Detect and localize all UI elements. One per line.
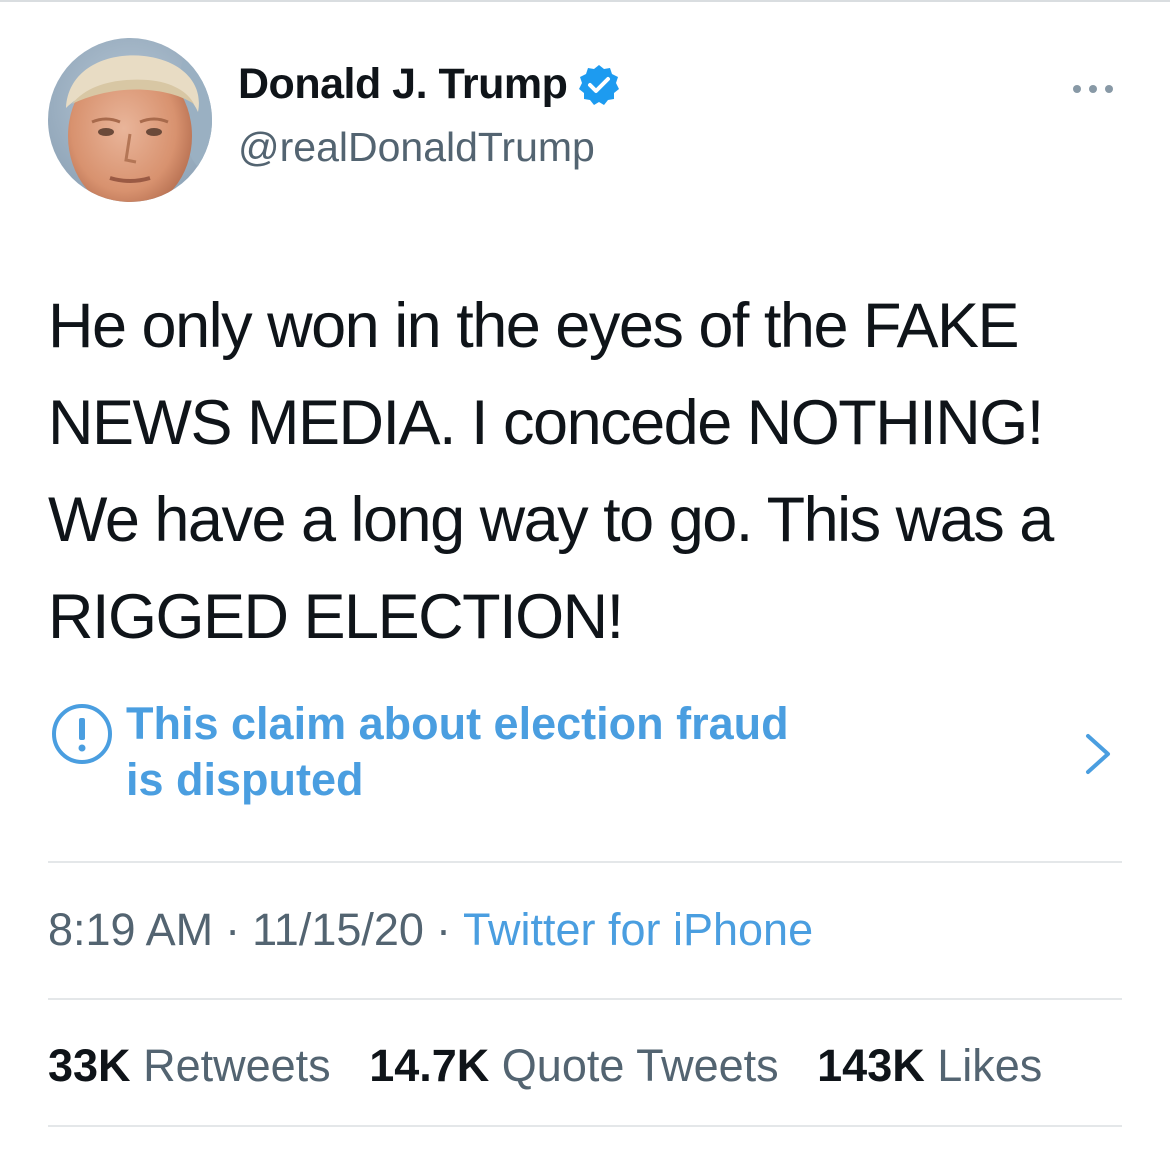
tweet-time: 8:19 AM [48, 904, 214, 955]
info-circle-icon [50, 702, 114, 766]
divider [48, 1125, 1122, 1127]
retweets-stat[interactable]: 33K Retweets [48, 1040, 331, 1091]
likes-stat[interactable]: 143K Likes [817, 1040, 1042, 1091]
divider [48, 861, 1122, 863]
tweet-source-link[interactable]: Twitter for iPhone [463, 904, 813, 955]
retweets-label: Retweets [143, 1040, 331, 1091]
avatar[interactable] [48, 38, 212, 202]
divider [48, 998, 1122, 1000]
profile-photo [48, 38, 212, 202]
tweet-meta: 8:19 AM · 11/15/20 · Twitter for iPhone [48, 904, 813, 956]
chevron-right-icon [1082, 732, 1114, 776]
author-display-name[interactable]: Donald J. Trump [238, 60, 621, 109]
author-name-text: Donald J. Trump [238, 60, 568, 108]
meta-separator: · [225, 904, 241, 955]
top-divider [0, 0, 1170, 2]
tweet-stats: 33K Retweets 14.7K Quote Tweets 143K Lik… [48, 1040, 1068, 1092]
meta-separator: · [435, 904, 451, 955]
disputed-claim-notice[interactable]: This claim about election fraud is dispu… [48, 696, 1122, 816]
verified-badge-icon [577, 63, 621, 107]
likes-label: Likes [937, 1040, 1043, 1091]
likes-count: 143K [817, 1040, 925, 1091]
quote-tweets-count: 14.7K [369, 1040, 490, 1091]
more-options-icon[interactable] [1068, 74, 1118, 104]
quote-tweets-label: Quote Tweets [501, 1040, 779, 1091]
retweets-count: 33K [48, 1040, 131, 1091]
tweet-text: He only won in the eyes of the FAKE NEWS… [48, 291, 1054, 652]
tweet-date: 11/15/20 [252, 904, 424, 955]
notice-text: This claim about election fraud is dispu… [126, 698, 789, 805]
quote-tweets-stat[interactable]: 14.7K Quote Tweets [369, 1040, 778, 1091]
author-handle[interactable]: @realDonaldTrump [238, 124, 595, 171]
